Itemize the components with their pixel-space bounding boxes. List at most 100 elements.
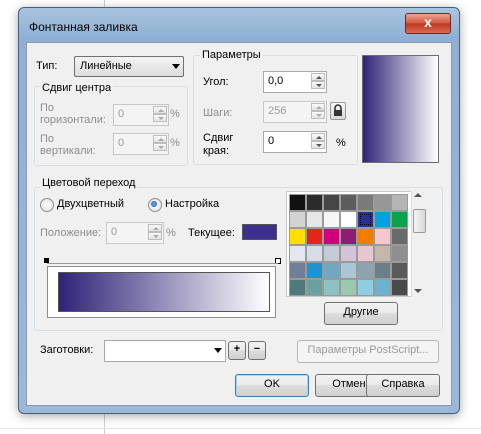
palette-swatch[interactable] xyxy=(340,228,357,245)
edge-pad-spinner[interactable]: 0 xyxy=(263,131,327,153)
spin-up-icon[interactable] xyxy=(311,73,325,81)
palette-swatch[interactable] xyxy=(306,211,323,228)
two-color-label: Двухцветный xyxy=(57,198,124,210)
palette-swatch[interactable] xyxy=(306,245,323,262)
horizontal-unit: % xyxy=(170,108,180,120)
current-label: Текущее: xyxy=(188,227,235,239)
palette-swatch[interactable] xyxy=(374,245,391,262)
palette-swatch[interactable] xyxy=(289,245,306,262)
remove-preset-button[interactable]: − xyxy=(248,341,266,360)
palette-swatch[interactable] xyxy=(340,194,357,211)
steps-value: 256 xyxy=(268,105,287,117)
palette-swatch[interactable] xyxy=(289,262,306,279)
horizontal-label-1: По xyxy=(40,102,55,114)
chevron-down-icon xyxy=(172,64,180,69)
horizontal-offset-spinner[interactable]: 0 xyxy=(113,104,169,126)
palette-swatch[interactable] xyxy=(391,194,408,211)
palette-swatch[interactable] xyxy=(391,245,408,262)
palette-swatch[interactable] xyxy=(340,279,357,296)
position-unit: % xyxy=(166,227,176,239)
custom-label: Настройка xyxy=(165,198,220,210)
palette-swatch[interactable] xyxy=(306,262,323,279)
type-label: Тип: xyxy=(36,60,58,72)
center-offset-title: Сдвиг центра xyxy=(40,82,114,94)
palette-swatch[interactable] xyxy=(357,245,374,262)
spin-up-icon[interactable] xyxy=(153,135,167,143)
palette-swatch[interactable] xyxy=(323,245,340,262)
vertical-unit: % xyxy=(170,137,180,149)
palette-swatch[interactable] xyxy=(357,279,374,296)
position-spinner[interactable]: 0 xyxy=(106,222,164,244)
angle-spinner[interactable]: 0,0 xyxy=(263,71,327,93)
spin-up-icon[interactable] xyxy=(311,133,325,141)
edge-pad-unit: % xyxy=(336,137,346,149)
background-rule-horizontal xyxy=(0,428,481,429)
position-label: Положение: xyxy=(40,227,102,239)
window-title: Фонтанная заливка xyxy=(29,20,138,34)
palette-swatch[interactable] xyxy=(323,228,340,245)
palette-swatch[interactable] xyxy=(357,228,374,245)
palette-swatch[interactable] xyxy=(340,262,357,279)
chevron-down-icon xyxy=(214,348,222,353)
spin-down-icon[interactable] xyxy=(153,143,167,151)
spin-down-icon[interactable] xyxy=(148,232,162,240)
spin-down-icon[interactable] xyxy=(311,111,325,119)
palette-swatch[interactable] xyxy=(374,262,391,279)
palette-swatch[interactable] xyxy=(391,279,408,296)
scroll-thumb[interactable] xyxy=(413,209,426,233)
palette-swatch[interactable] xyxy=(323,262,340,279)
palette-swatch[interactable] xyxy=(391,262,408,279)
gradient-bar[interactable] xyxy=(58,272,270,312)
steps-lock-button[interactable] xyxy=(330,102,346,120)
marker-track xyxy=(47,263,278,264)
palette-swatch[interactable] xyxy=(306,279,323,296)
palette-swatch[interactable] xyxy=(374,228,391,245)
vertical-offset-spinner[interactable]: 0 xyxy=(113,133,169,155)
palette-swatch[interactable] xyxy=(374,211,391,228)
two-color-radio[interactable] xyxy=(40,198,54,212)
edge-label-2: края: xyxy=(203,145,230,157)
spin-down-icon[interactable] xyxy=(311,141,325,149)
ok-button[interactable]: OK xyxy=(235,374,309,397)
spin-down-icon[interactable] xyxy=(153,114,167,122)
spin-up-icon[interactable] xyxy=(153,106,167,114)
palette-swatch[interactable] xyxy=(357,262,374,279)
help-button[interactable]: Справка xyxy=(366,374,440,397)
palette-scrollbar[interactable] xyxy=(411,191,426,297)
spin-up-icon[interactable] xyxy=(311,103,325,111)
palette-swatch[interactable] xyxy=(374,194,391,211)
presets-select[interactable] xyxy=(104,340,226,362)
close-button[interactable]: x xyxy=(405,13,451,34)
palette-swatch[interactable] xyxy=(289,228,306,245)
current-color-swatch[interactable] xyxy=(242,224,277,240)
palette-swatch[interactable] xyxy=(340,245,357,262)
spin-down-icon[interactable] xyxy=(311,81,325,89)
palette-swatch[interactable] xyxy=(323,211,340,228)
add-preset-button[interactable]: + xyxy=(228,341,246,360)
scroll-down-icon[interactable] xyxy=(414,289,422,293)
postscript-options-button[interactable]: Параметры PostScript... xyxy=(297,340,439,363)
scroll-up-icon[interactable] xyxy=(414,193,422,197)
steps-spinner[interactable]: 256 xyxy=(263,101,327,123)
color-palette[interactable] xyxy=(286,191,414,297)
palette-swatch[interactable] xyxy=(340,211,357,228)
palette-swatch[interactable] xyxy=(323,194,340,211)
palette-swatch[interactable] xyxy=(289,279,306,296)
palette-swatch[interactable] xyxy=(289,211,306,228)
edge-label-1: Сдвиг xyxy=(203,132,234,144)
palette-swatch[interactable] xyxy=(357,211,374,228)
palette-swatch[interactable] xyxy=(391,211,408,228)
edge-pad-value: 0 xyxy=(268,135,275,147)
palette-swatch[interactable] xyxy=(357,194,374,211)
palette-swatch[interactable] xyxy=(374,279,391,296)
palette-swatch[interactable] xyxy=(391,228,408,245)
horizontal-offset-value: 0 xyxy=(118,108,125,120)
palette-swatch[interactable] xyxy=(289,194,306,211)
custom-radio[interactable] xyxy=(148,198,162,212)
spin-up-icon[interactable] xyxy=(148,224,162,232)
other-colors-button[interactable]: Другие xyxy=(324,302,398,325)
palette-swatch[interactable] xyxy=(306,194,323,211)
palette-swatch[interactable] xyxy=(323,279,340,296)
type-select[interactable]: Линейные xyxy=(74,56,184,77)
palette-swatch[interactable] xyxy=(306,228,323,245)
